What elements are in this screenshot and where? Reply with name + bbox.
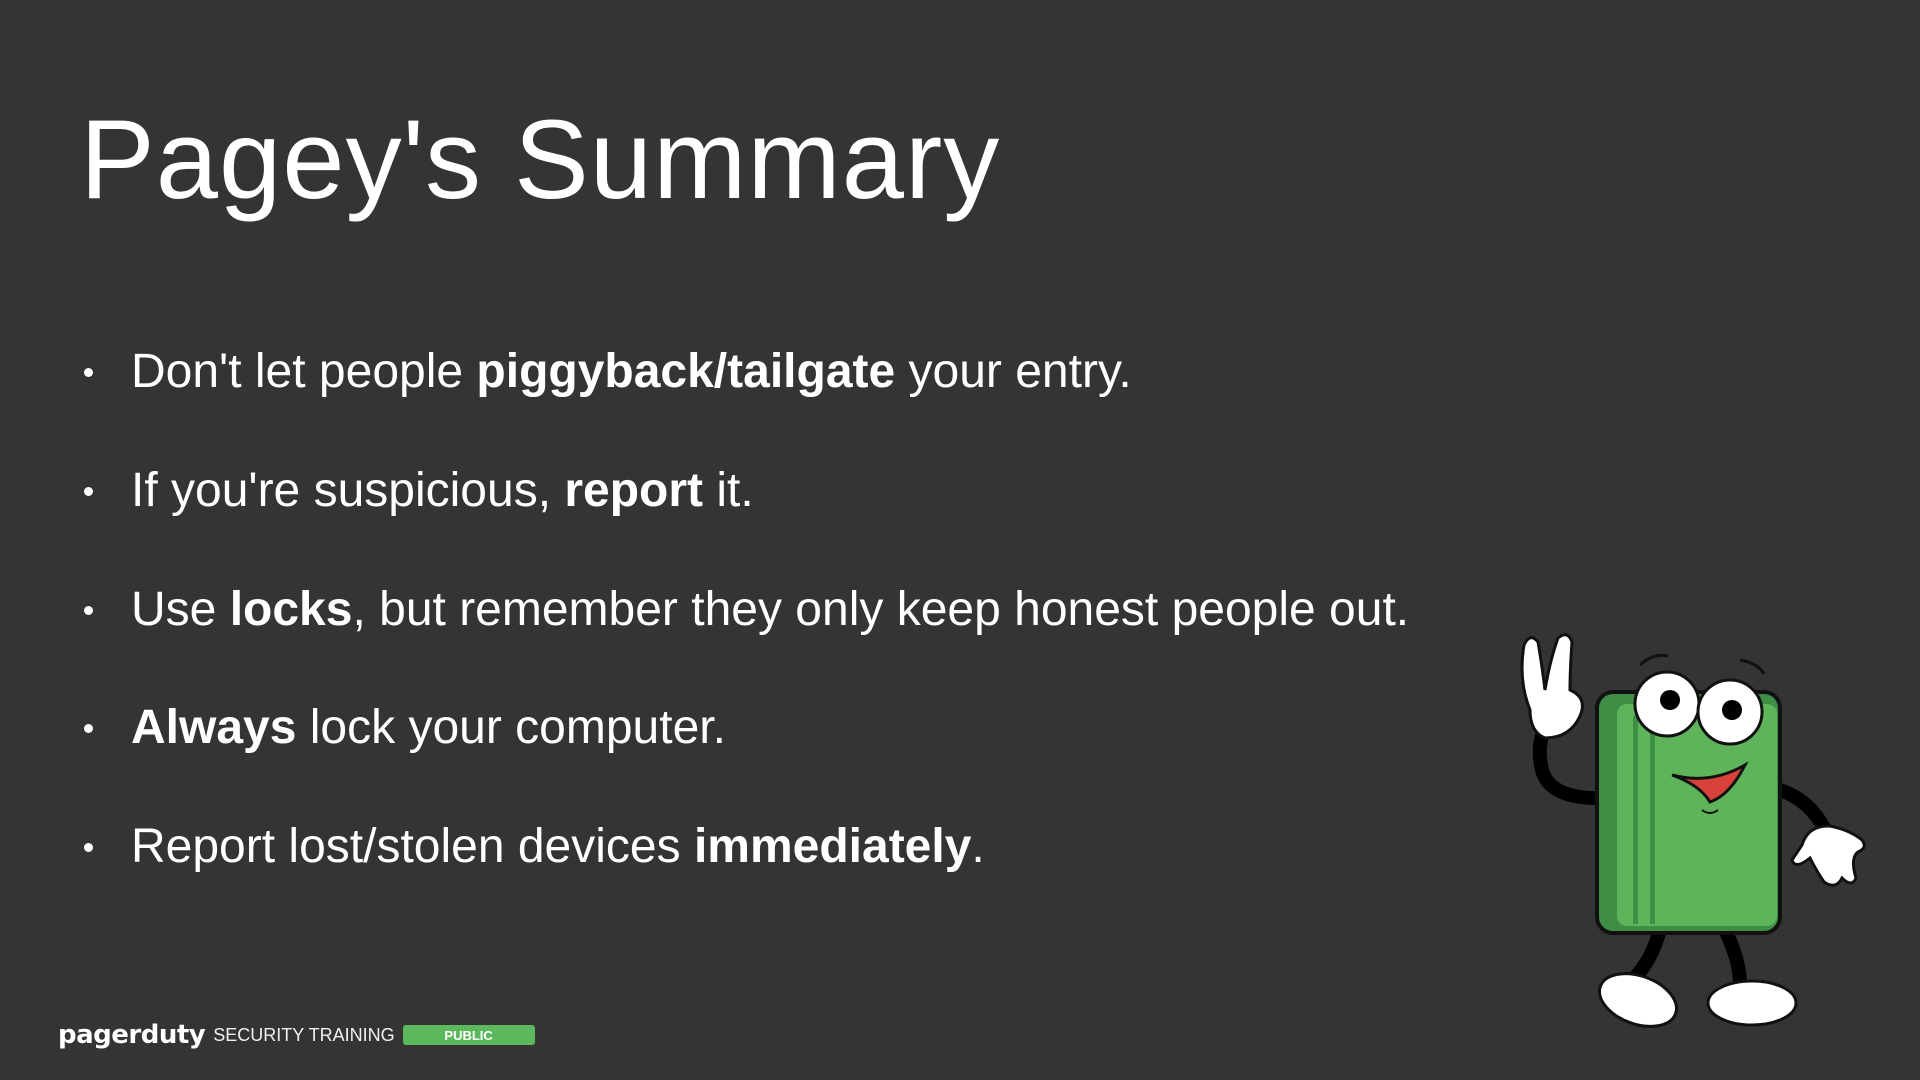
bullet-text: it. [703, 464, 754, 517]
slide-title: Pagey's Summary [80, 97, 1001, 222]
bullet-dot-icon [84, 724, 93, 733]
bullet-item: If you're suspicious, report it. [84, 461, 754, 521]
bullet-bold-text: piggyback/tailgate [476, 345, 896, 398]
bullet-item: Always lock your computer. [84, 698, 726, 758]
bullet-text: . [971, 820, 985, 873]
bullet-text: lock your computer. [296, 701, 726, 754]
bullet-dot-icon [84, 368, 93, 377]
footer: pagerduty SECURITY TRAINING PUBLIC [58, 1020, 535, 1050]
bullet-bold-text: report [564, 464, 704, 517]
bullet-item: Use locks, but remember they only keep h… [84, 580, 1410, 640]
bullet-text: , but remember they only keep honest peo… [352, 583, 1410, 636]
bullet-bold-text: immediately [693, 820, 972, 873]
bullet-text: Don't let people [131, 345, 477, 398]
bullet-text: your entry. [895, 345, 1132, 398]
bullet-text: If you're suspicious, [131, 464, 565, 517]
bullet-item: Report lost/stolen devices immediately. [84, 817, 985, 877]
pagey-mascot-illustration [1520, 633, 1866, 1028]
bullet-bold-text: locks [229, 583, 353, 636]
bullet-text: Report lost/stolen devices [131, 820, 694, 873]
bullet-text: Use [131, 583, 230, 636]
bullet-dot-icon [84, 843, 93, 852]
footer-label: SECURITY TRAINING [213, 1024, 395, 1045]
bullet-bold-text: Always [131, 701, 297, 754]
bullet-item: Don't let people piggyback/tailgate your… [84, 342, 1132, 402]
bullet-dot-icon [84, 487, 93, 496]
pagerduty-logo: pagerduty [58, 1020, 206, 1050]
bullet-dot-icon [84, 606, 93, 615]
classification-badge: PUBLIC [402, 1025, 535, 1045]
